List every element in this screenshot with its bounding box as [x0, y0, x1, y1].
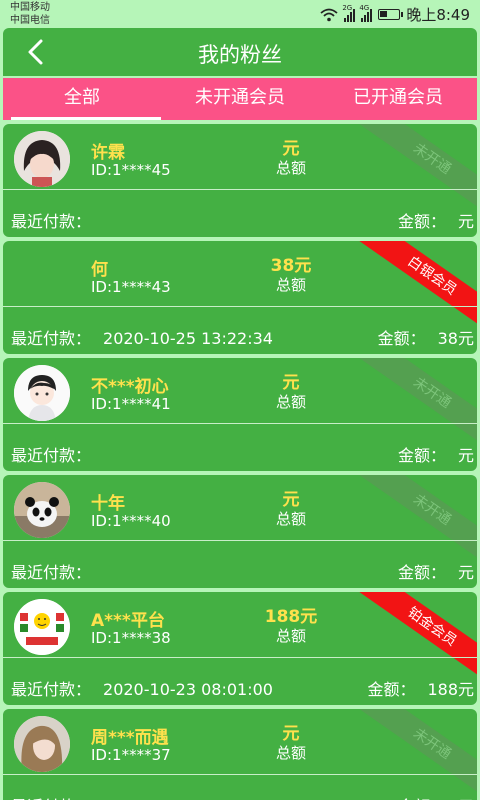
- clock: 晚上8:49: [406, 6, 470, 24]
- total-amount: 元: [282, 139, 300, 159]
- recent-payment: 最近付款：: [11, 442, 103, 466]
- fan-name: 十年: [91, 494, 125, 514]
- fan-card[interactable]: 十年 ID:1****40 元 总额 未开通 最近付款： 金额： 元: [3, 475, 477, 588]
- fan-id: ID:1****43: [91, 278, 171, 296]
- tab-not-member[interactable]: 未开通会员: [161, 78, 319, 120]
- fan-card[interactable]: 不***初心 ID:1****41 元 总额 未开通 最近付款： 金额： 元: [3, 358, 477, 471]
- tab-all[interactable]: 全部: [3, 78, 161, 120]
- recent-payment: 最近付款：: [11, 793, 103, 800]
- signal-icon: 4G: [359, 4, 373, 22]
- paid-amount-label: 金额：: [397, 446, 446, 465]
- member-status-ribbon: 未开通: [354, 475, 477, 570]
- recent-payment-label: 最近付款：: [11, 329, 92, 348]
- paid-amount-label: 金额：: [397, 563, 446, 582]
- member-status-ribbon: 白银会员: [354, 241, 477, 336]
- recent-payment-date: 2020-10-25 13:22:34: [103, 329, 273, 348]
- fan-card[interactable]: 许霖 ID:1****45 元 总额 未开通 最近付款： 金额： 元: [3, 124, 477, 237]
- battery-icon: [378, 9, 404, 20]
- total-label: 总额: [275, 276, 306, 294]
- total-amount: 38元: [270, 256, 312, 276]
- total-label: 总额: [275, 627, 306, 645]
- fan-name: 不***初心: [91, 377, 169, 397]
- paid-amount-label: 金额：: [367, 680, 416, 699]
- total-amount: 元: [282, 724, 300, 744]
- woman-avatar: [14, 716, 70, 772]
- fan-name: A***平台: [91, 611, 165, 631]
- fan-id: ID:1****45: [91, 161, 171, 179]
- girl-avatar: [14, 131, 70, 187]
- paid-amount-value: 元: [457, 563, 474, 582]
- paid-amount-label: 金额：: [377, 329, 426, 348]
- page-title: 我的粉丝: [198, 43, 282, 67]
- status-bar: 中国移动 中国电信 2G 4G 晚上8:49: [0, 0, 480, 28]
- paid-amount: 金额： 元: [398, 208, 474, 232]
- divider: [3, 189, 477, 190]
- carrier-1: 中国移动: [10, 2, 50, 13]
- fan-card[interactable]: 何 ID:1****43 38元 总额 白银会员 最近付款： 2020-10-25…: [3, 241, 477, 354]
- paid-amount-value: 38元: [437, 329, 474, 348]
- fan-card[interactable]: A***平台 ID:1****38 188元 总额 铂金会员 最近付款： 2020…: [3, 592, 477, 705]
- carrier-2: 中国电信: [10, 15, 50, 26]
- divider: [3, 423, 477, 424]
- status-icons: 2G 4G 晚上8:49: [320, 4, 470, 25]
- fan-list: 许霖 ID:1****45 元 总额 未开通 最近付款： 金额： 元 何 ID:1…: [3, 124, 477, 800]
- paid-amount: 金额： 元: [398, 442, 474, 466]
- recent-payment: 最近付款： 2020-10-25 13:22:34: [11, 325, 273, 349]
- paid-amount: 金额：元: [398, 793, 474, 800]
- paid-amount-label: 金额：: [397, 212, 446, 231]
- header: 我的粉丝: [3, 28, 477, 76]
- cartoon-boy-avatar: [14, 365, 70, 421]
- panda-avatar: [14, 482, 70, 538]
- paid-amount: 金额： 38元: [378, 325, 474, 349]
- divider: [3, 540, 477, 541]
- paid-amount-value: 元: [457, 446, 474, 465]
- total-label: 总额: [275, 744, 306, 762]
- divider: [3, 774, 477, 775]
- divider: [3, 306, 477, 307]
- carrier-info: 中国移动 中国电信: [10, 1, 50, 27]
- fan-id: ID:1****40: [91, 512, 171, 530]
- divider: [3, 657, 477, 658]
- fan-name: 周***而遇: [91, 728, 169, 748]
- total-amount: 188元: [264, 607, 318, 627]
- shop-logo-avatar: [14, 599, 70, 655]
- fan-id: ID:1****38: [91, 629, 171, 647]
- paid-amount: 金额： 元: [398, 559, 474, 583]
- member-status-ribbon: 未开通: [354, 124, 477, 219]
- total-label: 总额: [275, 510, 306, 528]
- member-status-ribbon: 未开通: [354, 358, 477, 453]
- recent-payment-label: 最近付款：: [11, 446, 92, 465]
- fan-name: 何: [91, 260, 108, 280]
- fan-id: ID:1****37: [91, 746, 171, 764]
- tab-member[interactable]: 已开通会员: [319, 78, 477, 120]
- fan-card[interactable]: 周***而遇 ID:1****37 元 总额 未开通 最近付款： 金额：元: [3, 709, 477, 800]
- paid-amount: 金额： 188元: [367, 676, 474, 700]
- recent-payment-label: 最近付款：: [11, 680, 92, 699]
- recent-payment: 最近付款：: [11, 559, 103, 583]
- recent-payment: 最近付款： 2020-10-23 08:01:00: [11, 676, 273, 700]
- recent-payment-date: 2020-10-23 08:01:00: [103, 680, 273, 699]
- paid-amount-value: 188元: [427, 680, 474, 699]
- recent-payment-label: 最近付款：: [11, 212, 92, 231]
- total-label: 总额: [275, 393, 306, 411]
- member-status-ribbon: 铂金会员: [354, 592, 477, 687]
- wifi-icon: [320, 8, 338, 21]
- fan-id: ID:1****41: [91, 395, 171, 413]
- recent-payment-label: 最近付款：: [11, 563, 92, 582]
- tab-bar: 全部 未开通会员 已开通会员: [3, 78, 477, 120]
- signal-icon: 2G: [342, 4, 356, 22]
- total-label: 总额: [275, 159, 306, 177]
- paid-amount-value: 元: [457, 212, 474, 231]
- recent-payment: 最近付款：: [11, 208, 103, 232]
- fan-name: 许霖: [91, 143, 125, 163]
- member-status-ribbon: 未开通: [354, 709, 477, 800]
- total-amount: 元: [282, 490, 300, 510]
- total-amount: 元: [282, 373, 300, 393]
